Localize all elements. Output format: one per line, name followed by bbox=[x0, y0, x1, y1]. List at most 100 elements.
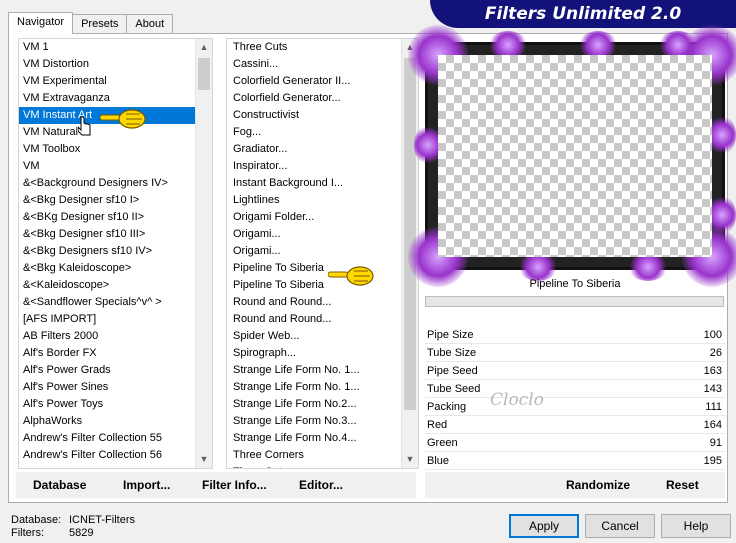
category-item[interactable]: &<Kaleidoscope> bbox=[19, 277, 212, 294]
category-item[interactable]: Andrew's Filter Collection 56 bbox=[19, 447, 212, 464]
filter-item[interactable]: Gradiator... bbox=[227, 141, 418, 158]
parameter-row[interactable]: Green 91 bbox=[425, 434, 725, 452]
filter-item[interactable]: Origami... bbox=[227, 243, 418, 260]
parameter-value: 143 bbox=[703, 383, 722, 395]
category-item[interactable]: &<Bkg Designer sf10 III> bbox=[19, 226, 212, 243]
filter-info-button[interactable]: Filter Info... bbox=[202, 472, 267, 498]
import-button[interactable]: Import... bbox=[123, 472, 170, 498]
reset-button[interactable]: Reset bbox=[666, 472, 699, 498]
category-list[interactable]: VM 1 VM Distortion VM Experimental VM Extra… bbox=[18, 38, 213, 469]
tab-navigator[interactable]: Navigator bbox=[8, 12, 74, 34]
filter-item[interactable]: Three Cuts bbox=[227, 464, 418, 468]
filter-item[interactable]: Fog... bbox=[227, 124, 418, 141]
parameter-name: Tube Seed bbox=[427, 383, 481, 395]
database-button[interactable]: Database bbox=[33, 472, 86, 498]
preview-frame bbox=[408, 25, 736, 287]
parameter-row[interactable]: Tube Size 26 bbox=[425, 344, 725, 362]
progress-bar bbox=[425, 296, 724, 307]
parameter-value: 111 bbox=[705, 401, 722, 413]
category-item[interactable]: VM bbox=[19, 158, 212, 175]
category-item[interactable]: Alf's Power Grads bbox=[19, 362, 212, 379]
help-button[interactable]: Help bbox=[661, 514, 731, 538]
filter-item[interactable]: Origami Folder... bbox=[227, 209, 418, 226]
filter-item[interactable]: Strange Life Form No. 1... bbox=[227, 362, 418, 379]
database-info: Database: ICNET-Filters Filters: 5829 bbox=[11, 514, 135, 539]
category-item[interactable]: VM Extravaganza bbox=[19, 90, 212, 107]
parameter-value: 26 bbox=[709, 347, 722, 359]
parameter-name: Green bbox=[427, 437, 458, 449]
parameter-list: Pipe Size 100 Tube Size 26 Pipe Seed 163 Tube … bbox=[425, 326, 725, 470]
category-item[interactable]: AlphaWorks bbox=[19, 413, 212, 430]
category-item[interactable]: Alf's Border FX bbox=[19, 345, 212, 362]
filter-item[interactable]: Pipeline To Siberia bbox=[227, 277, 418, 294]
filter-item[interactable]: Instant Background I... bbox=[227, 175, 418, 192]
tab-strip: Navigator Presets About bbox=[8, 12, 174, 34]
filter-item[interactable]: Origami... bbox=[227, 226, 418, 243]
category-item[interactable]: &<BKg Designer sf10 II> bbox=[19, 209, 212, 226]
filter-item[interactable]: Spider Web... bbox=[227, 328, 418, 345]
filter-item[interactable]: Lightlines bbox=[227, 192, 418, 209]
parameter-name: Tube Size bbox=[427, 347, 477, 359]
parameter-value: 164 bbox=[703, 419, 722, 431]
category-item[interactable]: Andrew's Filter Collection 55 bbox=[19, 430, 212, 447]
filter-item[interactable]: Pipeline To Siberia bbox=[227, 260, 418, 277]
filter-item[interactable]: Round and Round... bbox=[227, 294, 418, 311]
pointing-hand-icon bbox=[100, 109, 146, 129]
category-item[interactable]: VM 1 bbox=[19, 39, 212, 56]
filter-item[interactable]: Spirograph... bbox=[227, 345, 418, 362]
filter-scroll-thumb[interactable] bbox=[404, 58, 416, 410]
mouse-cursor-icon bbox=[78, 116, 91, 136]
filter-item[interactable]: Three Corners bbox=[227, 447, 418, 464]
filter-item[interactable]: Strange Life Form No.2... bbox=[227, 396, 418, 413]
scroll-up-icon[interactable]: ▲ bbox=[196, 39, 212, 56]
filter-item[interactable]: Strange Life Form No. 1... bbox=[227, 379, 418, 396]
category-item[interactable]: &<Bkg Designers sf10 IV> bbox=[19, 243, 212, 260]
filter-item[interactable]: Colorfield Generator... bbox=[227, 90, 418, 107]
category-item[interactable]: VM Toolbox bbox=[19, 141, 212, 158]
parameter-slider[interactable] bbox=[425, 469, 725, 470]
category-item[interactable]: Alf's Power Toys bbox=[19, 396, 212, 413]
filter-item[interactable]: Constructivist bbox=[227, 107, 418, 124]
tab-presets[interactable]: Presets bbox=[72, 14, 128, 34]
parameter-row[interactable]: Tube Seed 143 bbox=[425, 380, 725, 398]
category-item[interactable]: VM Distortion bbox=[19, 56, 212, 73]
filter-item[interactable]: Cassini... bbox=[227, 56, 418, 73]
filter-item[interactable]: Colorfield Generator II... bbox=[227, 73, 418, 90]
category-scrollbar[interactable]: ▲ ▼ bbox=[195, 39, 212, 468]
category-scroll-thumb[interactable] bbox=[198, 58, 210, 90]
category-item[interactable]: VM Experimental bbox=[19, 73, 212, 90]
parameter-name: Blue bbox=[427, 455, 450, 467]
filter-list[interactable]: Three Cuts Cassini... Colorfield Generator… bbox=[226, 38, 419, 469]
scroll-down-icon[interactable]: ▼ bbox=[196, 451, 212, 468]
parameter-row[interactable]: Red 164 bbox=[425, 416, 725, 434]
parameter-name: Pipe Seed bbox=[427, 365, 478, 377]
category-item[interactable]: AB Filters 2000 bbox=[19, 328, 212, 345]
category-item[interactable]: &<Sandflower Specials^v^ > bbox=[19, 294, 212, 311]
cancel-button[interactable]: Cancel bbox=[585, 514, 655, 538]
category-item[interactable]: &<Bkg Designer sf10 I> bbox=[19, 192, 212, 209]
parameter-row[interactable]: Packing 111 bbox=[425, 398, 725, 416]
parameter-row[interactable]: Pipe Size 100 bbox=[425, 326, 725, 344]
parameter-value: 100 bbox=[703, 329, 722, 341]
apply-button[interactable]: Apply bbox=[509, 514, 579, 538]
category-item[interactable]: Alf's Power Sines bbox=[19, 379, 212, 396]
category-item[interactable]: &<Bkg Kaleidoscope> bbox=[19, 260, 212, 277]
parameter-name: Packing bbox=[427, 401, 467, 413]
parameter-row[interactable]: Pipe Seed 163 bbox=[425, 362, 725, 380]
scroll-down-icon[interactable]: ▼ bbox=[402, 451, 418, 468]
filter-item[interactable]: Round and Round... bbox=[227, 311, 418, 328]
randomize-button[interactable]: Randomize bbox=[566, 472, 630, 498]
filter-item[interactable]: Strange Life Form No.4... bbox=[227, 430, 418, 447]
editor-button[interactable]: Editor... bbox=[299, 472, 343, 498]
parameter-name: Red bbox=[427, 419, 448, 431]
filter-item[interactable]: Inspirator... bbox=[227, 158, 418, 175]
parameter-value: 91 bbox=[709, 437, 722, 449]
watermark: Cloclo bbox=[490, 390, 544, 410]
param-toolbar: Randomize Reset bbox=[425, 472, 725, 498]
filter-item[interactable]: Three Cuts bbox=[227, 39, 418, 56]
tab-about[interactable]: About bbox=[126, 14, 174, 34]
filter-item[interactable]: Strange Life Form No.3... bbox=[227, 413, 418, 430]
category-item[interactable]: [AFS IMPORT] bbox=[19, 311, 212, 328]
category-item[interactable]: &<Background Designers IV> bbox=[19, 175, 212, 192]
parameter-row[interactable]: Blue 195 bbox=[425, 452, 725, 470]
